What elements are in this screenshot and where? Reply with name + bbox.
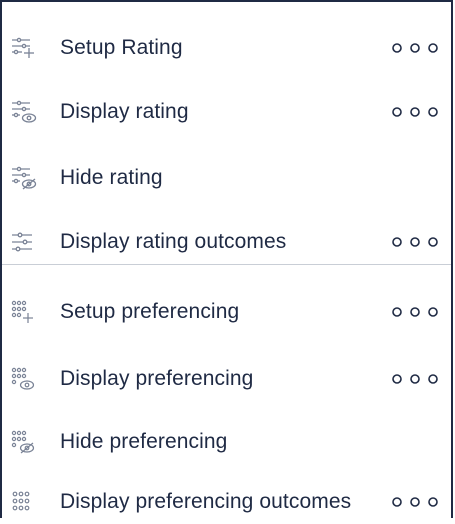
dot-grid-eye-off-icon bbox=[11, 430, 35, 454]
menu-item-display-rating[interactable]: Display rating bbox=[2, 90, 451, 134]
more-options-icon[interactable] bbox=[391, 235, 439, 249]
menu-item-display-rating-outcomes[interactable]: Display rating outcomes bbox=[2, 220, 451, 264]
menu-item-display-preferencing-outcomes[interactable]: Display preferencing outcomes bbox=[2, 480, 451, 524]
menu-item-setup-preferencing[interactable]: Setup preferencing bbox=[2, 290, 451, 334]
menu-item-label: Display rating bbox=[60, 100, 189, 123]
more-options-icon[interactable] bbox=[391, 372, 439, 386]
menu-divider bbox=[2, 264, 451, 265]
sliders-icon bbox=[12, 232, 32, 252]
menu-item-setup-rating[interactable]: Setup Rating bbox=[2, 26, 451, 70]
menu-item-label: Display preferencing bbox=[60, 367, 254, 390]
dot-grid-plus-icon bbox=[11, 300, 33, 323]
more-options-icon[interactable] bbox=[391, 105, 439, 119]
menu-item-hide-rating[interactable]: Hide rating bbox=[2, 156, 451, 200]
menu-item-label: Hide rating bbox=[60, 166, 163, 189]
sliders-eye-off-icon bbox=[12, 166, 37, 190]
more-options-icon[interactable] bbox=[391, 305, 439, 319]
menu-item-label: Display preferencing outcomes bbox=[60, 490, 352, 513]
menu-item-hide-preferencing[interactable]: Hide preferencing bbox=[2, 420, 451, 464]
menu-item-label: Setup preferencing bbox=[60, 300, 240, 323]
context-menu: Setup Rating Display rating Hide rating … bbox=[0, 0, 453, 518]
menu-item-label: Hide preferencing bbox=[60, 430, 228, 453]
more-options-icon[interactable] bbox=[391, 41, 439, 55]
menu-item-display-preferencing[interactable]: Display preferencing bbox=[2, 357, 451, 401]
dot-grid-eye-icon bbox=[11, 367, 35, 390]
more-options-icon[interactable] bbox=[391, 495, 439, 509]
sliders-eye-icon bbox=[12, 100, 37, 123]
menu-item-label: Display rating outcomes bbox=[60, 230, 287, 253]
menu-item-label: Setup Rating bbox=[60, 36, 183, 59]
sliders-plus-icon bbox=[12, 37, 34, 58]
dot-grid-icon bbox=[12, 491, 30, 511]
